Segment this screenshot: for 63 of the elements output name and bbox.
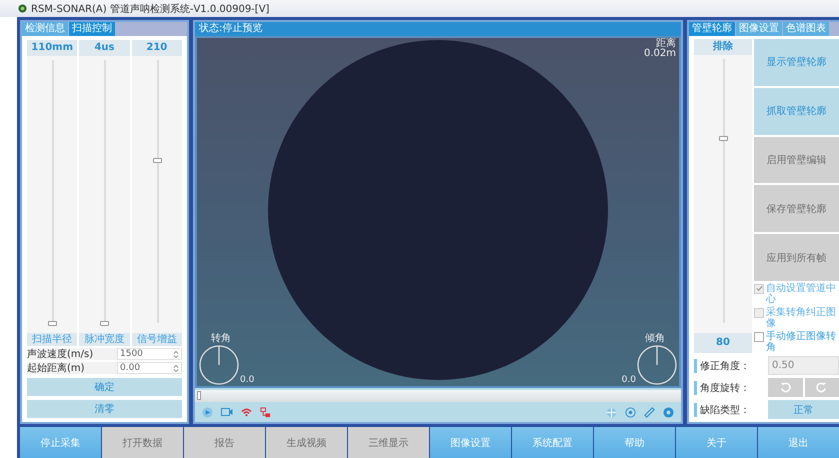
action-button[interactable]: 显示管壁轮廓	[754, 39, 839, 86]
tab[interactable]: 检测信息	[22, 22, 68, 36]
slider-label: 信号增益	[132, 333, 182, 346]
slider-label: 排除	[694, 39, 752, 55]
spin-arrows-icon[interactable]	[173, 364, 179, 372]
slider-thumb[interactable]	[100, 321, 110, 326]
tab[interactable]: 扫描控制	[69, 22, 115, 36]
slider-value: 4us	[79, 40, 130, 56]
tab[interactable]: 管壁轮廓	[689, 22, 735, 36]
defect-type-button[interactable]: 正常	[768, 400, 839, 419]
dial-reading: 0.0	[622, 375, 636, 385]
menu-button[interactable]: 退出	[758, 427, 839, 458]
slider-thumb[interactable]	[152, 158, 162, 163]
ruler-icon[interactable]	[644, 406, 655, 418]
menu-button[interactable]: 停止采集	[20, 427, 101, 458]
checkbox-label: 自动设置管道中心	[766, 282, 837, 305]
checkbox-label: 采集转角纠正图像	[766, 306, 837, 329]
rotate-right-button[interactable]	[804, 378, 839, 397]
target-icon[interactable]	[625, 406, 636, 418]
camera-icon[interactable]	[221, 407, 233, 417]
timeline-thumb[interactable]	[197, 391, 201, 400]
checkbox[interactable]	[754, 332, 764, 342]
action-button[interactable]: 抓取管壁轮廓	[754, 88, 839, 135]
number-field[interactable]: 0.50	[768, 356, 839, 375]
slider-value: 110mm	[27, 40, 78, 56]
action-button[interactable]: 确定	[27, 378, 182, 396]
menu-button[interactable]: 关于	[676, 427, 757, 458]
settings-icon[interactable]	[663, 406, 674, 418]
spin-arrows-icon[interactable]	[173, 350, 179, 358]
status-text: 状态:停止预览	[199, 23, 262, 34]
menu-button[interactable]: 帮助	[594, 427, 675, 458]
dial-gauge	[199, 345, 239, 385]
menu-button[interactable]: 图像设置	[430, 427, 511, 458]
slider-label: 扫描半径	[27, 333, 78, 346]
wifi-icon[interactable]	[241, 408, 252, 416]
app-icon	[18, 4, 27, 13]
checkbox-label: 手动修正图像转角	[766, 330, 837, 353]
distance-value: 0.02m	[644, 49, 676, 59]
tab[interactable]: 图像设置	[736, 22, 782, 36]
crosshair-icon[interactable]	[606, 406, 617, 418]
slider-thumb[interactable]	[719, 136, 728, 142]
slider-thumb[interactable]	[48, 321, 58, 326]
action-button[interactable]: 清零	[27, 400, 182, 418]
dial-label: 转角	[210, 332, 232, 345]
field-label: 起始距离(m)	[27, 362, 86, 375]
number-field[interactable]: 0.00	[117, 362, 182, 374]
rotate-left-icon	[780, 382, 791, 393]
dial-label: 倾角	[644, 332, 666, 345]
menu-button[interactable]: 系统配置	[512, 427, 593, 458]
window-title: RSM-SONAR(A) 管道声呐检测系统-V1.0.00909-[V]	[31, 2, 270, 16]
slider-label: 脉冲宽度	[79, 333, 130, 346]
tab[interactable]: 色谱图表	[783, 22, 829, 36]
slider-value: 210	[132, 40, 182, 56]
network-icon[interactable]	[260, 406, 271, 418]
number-field[interactable]: 1500	[117, 348, 182, 360]
field-label: 声波速度(m/s)	[27, 348, 94, 361]
rotate-left-button[interactable]	[768, 378, 802, 397]
rotate-right-icon	[816, 382, 828, 393]
dial-reading: 0.0	[240, 375, 254, 385]
dial-gauge	[637, 345, 677, 385]
timeline-slider[interactable]	[195, 388, 681, 402]
record-icon[interactable]	[202, 406, 213, 418]
slider-value: 80	[694, 333, 752, 353]
